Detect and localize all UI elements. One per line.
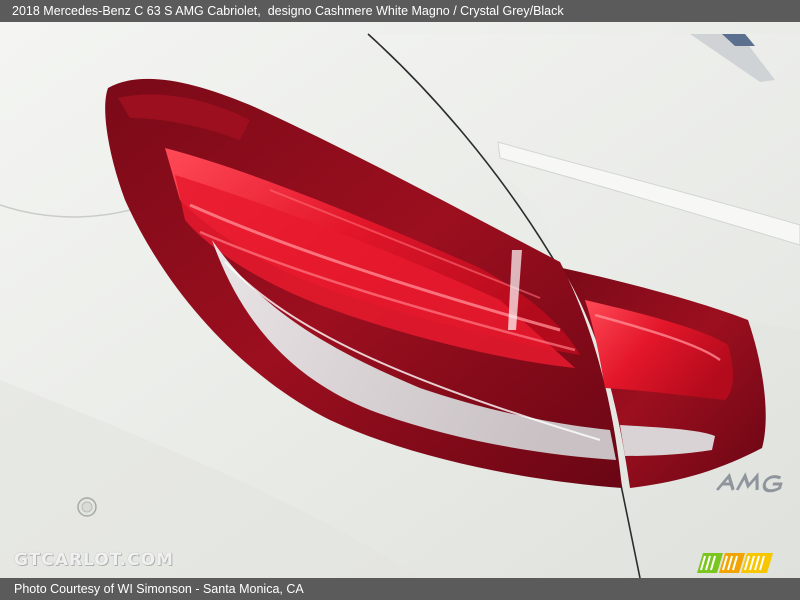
gtcarlot-logo-icon — [697, 553, 773, 573]
parking-sensor — [77, 497, 97, 517]
vehicle-title: 2018 Mercedes-Benz C 63 S AMG Cabriolet, — [12, 4, 261, 18]
watermark: GTCARLOT.COM — [14, 550, 174, 570]
credit-bar: Photo Courtesy of WI Simonson - Santa Mo… — [0, 578, 800, 600]
caption-bar: 2018 Mercedes-Benz C 63 S AMG Cabriolet,… — [0, 0, 800, 22]
car-photo — [0, 22, 800, 578]
photo-credit: Photo Courtesy of WI Simonson - Santa Mo… — [14, 582, 304, 596]
paint-description: designo Cashmere White Magno / Crystal G… — [267, 4, 564, 18]
